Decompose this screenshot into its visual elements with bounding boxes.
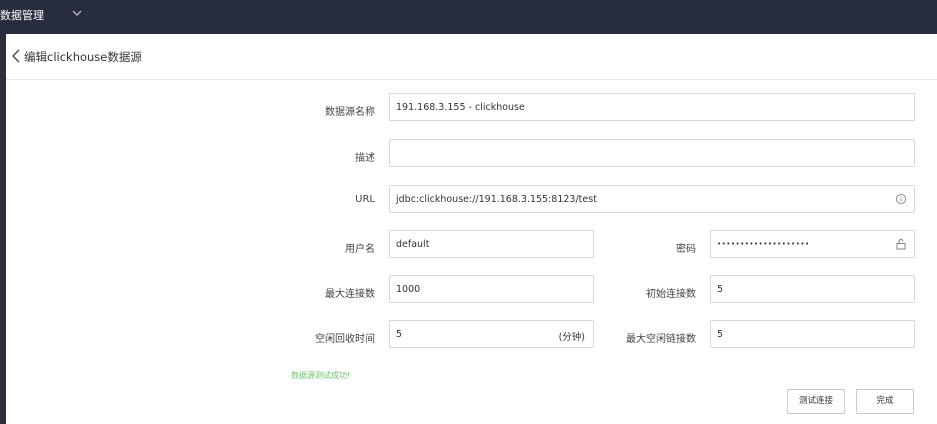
initial-connections-value: 5 (717, 284, 724, 295)
url-label: URL (355, 194, 375, 205)
idle-recycle-field[interactable]: 5 (分钟) (389, 320, 594, 348)
max-connections-field[interactable]: 1000 (389, 275, 594, 303)
url-field[interactable]: jdbc:clickhouse://191.168.3.155:8123/tes… (389, 185, 915, 213)
description-label: 描述 (355, 153, 375, 164)
initial-connections-field[interactable]: 5 (710, 275, 915, 303)
name-field[interactable]: 191.168.3.155 - clickhouse (389, 93, 915, 121)
page-title: 编辑clickhouse数据源 (24, 50, 142, 64)
password-label: 密码 (676, 244, 696, 255)
idle-recycle-unit: (分钟) (558, 332, 585, 343)
password-value: •••••••••••••••••••• (717, 240, 810, 248)
max-idle-value: 5 (717, 329, 724, 340)
edit-panel: 编辑clickhouse数据源 数据源名称 191.168.3.155 - cl… (6, 34, 937, 424)
test-success-message: 数据源测试成功! (291, 371, 351, 380)
unlock-icon[interactable] (895, 238, 907, 250)
idle-recycle-value: 5 (396, 329, 403, 340)
done-button[interactable]: 完成 (856, 389, 914, 414)
test-connection-button[interactable]: 测试连接 (787, 389, 845, 414)
password-field[interactable]: •••••••••••••••••••• (710, 230, 915, 258)
name-label: 数据源名称 (325, 107, 375, 118)
url-value: jdbc:clickhouse://191.168.3.155:8123/tes… (396, 194, 597, 205)
username-label: 用户名 (345, 244, 375, 255)
page-header: 编辑clickhouse数据源 (6, 34, 937, 80)
top-bar: 数据管理 (0, 0, 937, 34)
username-field[interactable]: default (389, 230, 594, 258)
username-value: default (396, 239, 430, 250)
max-connections-label: 最大连接数 (325, 289, 375, 300)
max-idle-field[interactable]: 5 (710, 320, 915, 348)
module-title[interactable]: 数据管理 (0, 7, 44, 23)
info-icon[interactable] (895, 193, 907, 205)
initial-connections-label: 初始连接数 (646, 289, 696, 300)
chevron-down-icon[interactable] (70, 6, 84, 20)
idle-recycle-label: 空闲回收时间 (315, 334, 375, 345)
description-field[interactable] (389, 139, 915, 167)
chevron-left-icon[interactable] (11, 49, 23, 63)
name-value: 191.168.3.155 - clickhouse (396, 102, 525, 113)
max-connections-value: 1000 (396, 284, 421, 295)
max-idle-label: 最大空闲链接数 (626, 334, 696, 345)
